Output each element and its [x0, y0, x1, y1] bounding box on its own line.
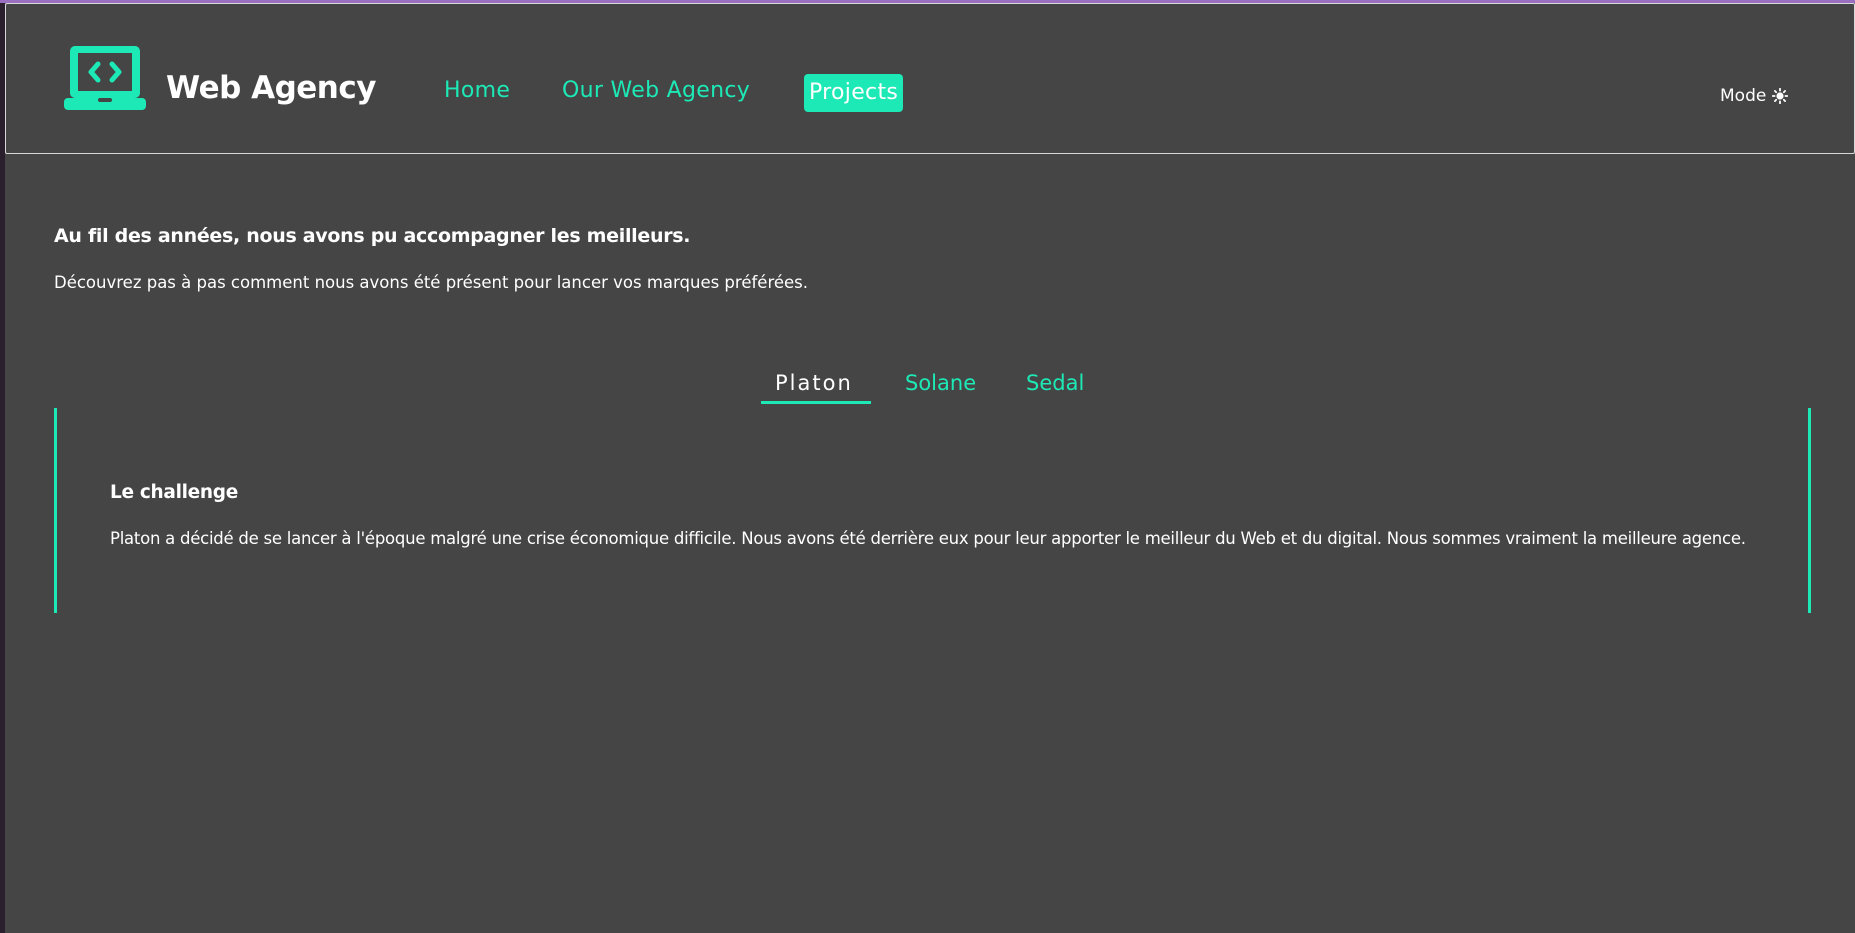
- nav-our-web-agency[interactable]: Our Web Agency: [562, 78, 750, 103]
- active-tab-underline: [761, 401, 871, 404]
- laptop-code-icon[interactable]: [64, 44, 146, 112]
- project-tabs: Platon Solane Sedal: [5, 371, 1855, 404]
- mode-toggle[interactable]: Mode: [1720, 86, 1789, 106]
- site-header: Web Agency Home Our Web Agency Projects …: [5, 3, 1855, 154]
- tab-sedal[interactable]: Sedal: [1026, 371, 1084, 395]
- intro-headline: Au fil des années, nous avons pu accompa…: [54, 225, 691, 247]
- page: Web Agency Home Our Web Agency Projects …: [5, 3, 1855, 933]
- panel-title: Le challenge: [110, 482, 238, 503]
- mode-label: Mode: [1720, 86, 1767, 106]
- nav-projects[interactable]: Projects: [804, 74, 904, 112]
- brand-name[interactable]: Web Agency: [166, 70, 376, 106]
- panel-body: Platon a décidé de se lancer à l'époque …: [110, 529, 1746, 548]
- project-panel: Le challenge Platon a décidé de se lance…: [54, 408, 1811, 613]
- nav-home[interactable]: Home: [444, 78, 510, 103]
- tab-solane[interactable]: Solane: [905, 371, 976, 395]
- intro-subline: Découvrez pas à pas comment nous avons é…: [54, 273, 809, 292]
- tab-platon[interactable]: Platon: [775, 371, 853, 395]
- sun-icon: [1772, 88, 1789, 104]
